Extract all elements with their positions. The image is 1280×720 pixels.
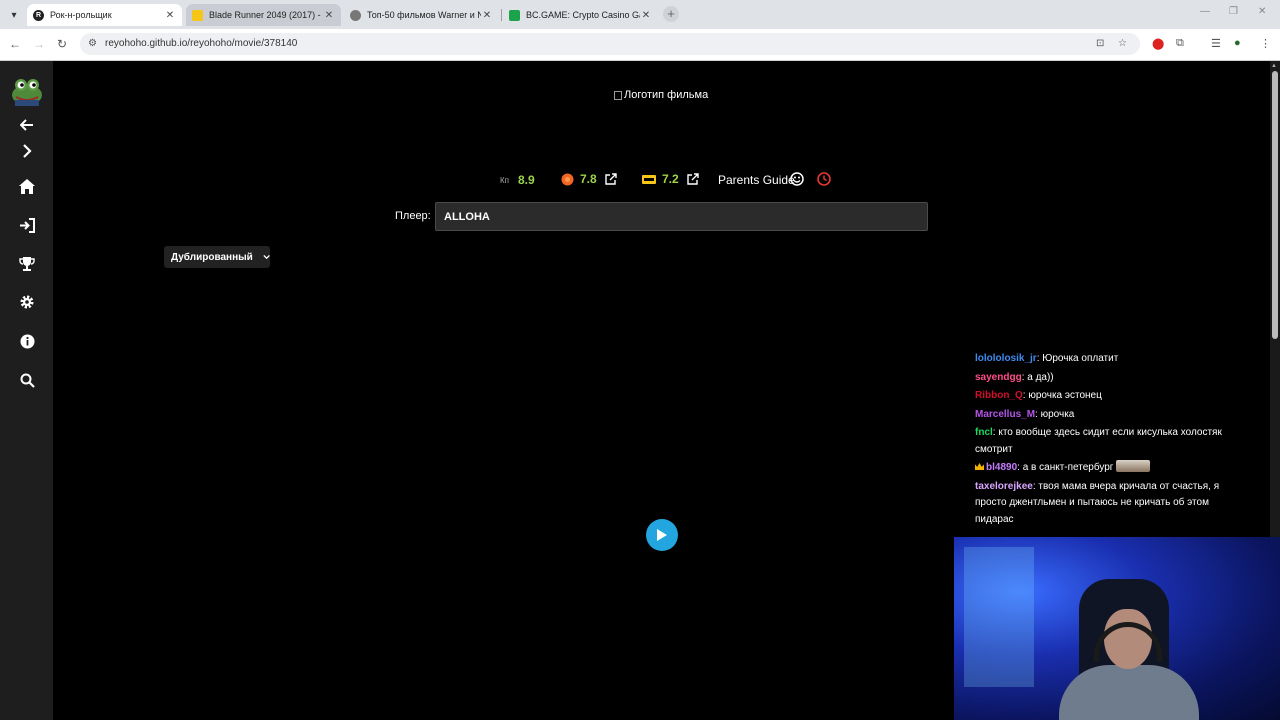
clock-icon[interactable] xyxy=(817,172,831,186)
crown-badge-icon xyxy=(975,463,984,470)
movie-logo-alt-text: Логотип фильма xyxy=(624,89,709,101)
profile-avatar[interactable]: ● xyxy=(1234,37,1241,49)
tab-divider xyxy=(501,9,502,21)
chat-text: : юрочка эстонец xyxy=(1022,390,1102,401)
rating-value: 7.2 xyxy=(662,172,679,186)
address-bar[interactable]: ⚙ reyohoho.github.io/reyohoho/movie/3781… xyxy=(80,33,1140,55)
chat-text: : юрочка xyxy=(1035,408,1075,420)
scroll-up-icon[interactable]: ▲ xyxy=(1271,63,1277,69)
player-label: Плеер: xyxy=(395,210,431,222)
play-icon xyxy=(657,529,667,541)
chat-emote-image xyxy=(1116,460,1151,472)
tab-title: BC.GAME: Crypto Casino Games xyxy=(526,10,640,20)
close-tab-icon[interactable]: ✕ xyxy=(640,10,652,21)
chat-text: : кто вообще здесь сидит если кисулька х… xyxy=(975,427,1222,455)
ratings-row: Кп 8.9 7.8 7.2 Parents Guide xyxy=(0,172,1280,190)
chat-message: fncl: кто вообще здесь сидит если кисуль… xyxy=(975,425,1245,458)
chat-username: Ribbon_Q xyxy=(975,390,1023,401)
rating-value: 8.9 xyxy=(518,173,535,187)
tomato-meter-icon xyxy=(561,173,574,185)
scrollbar-thumb[interactable] xyxy=(1272,71,1278,339)
chat-message: taxelorejkee: твоя мама вчера кричала от… xyxy=(975,479,1245,529)
smiley-icon[interactable] xyxy=(790,172,804,186)
extension-adblock-icon[interactable]: ⬤ xyxy=(1152,37,1164,50)
bookmark-star-icon[interactable]: ☆ xyxy=(1118,38,1127,49)
movie-logo-image: Логотип фильма xyxy=(614,89,708,101)
browser-toolbar: ← → ↻ ⚙ reyohoho.github.io/reyohoho/movi… xyxy=(0,29,1280,61)
rating-kinopoisk: Кп 8.9 xyxy=(500,173,535,187)
install-app-icon[interactable]: ⊡ xyxy=(1096,38,1104,49)
chat-message: lolololosik_jr: Юрочка оплатит xyxy=(975,351,1245,368)
url-text[interactable]: reyohoho.github.io/reyohoho/movie/378140 xyxy=(105,38,297,49)
close-tab-icon[interactable]: ✕ xyxy=(164,10,176,21)
chat-text: : а да)) xyxy=(1021,371,1054,383)
extensions-puzzle-icon[interactable]: ⧉ xyxy=(1176,37,1184,50)
back-arrow-icon[interactable] xyxy=(15,115,39,135)
site-favicon-icon: R xyxy=(33,9,44,21)
chat-username: bl4890 xyxy=(986,462,1018,473)
maximize-icon[interactable]: ❐ xyxy=(1229,6,1238,17)
kinopoisk-logo-icon: Кп xyxy=(500,175,509,185)
chat-text: : Юрочка оплатит xyxy=(1036,353,1119,364)
chat-message: Ribbon_Q: юрочка эстонец xyxy=(975,388,1245,405)
bcgame-favicon-icon xyxy=(509,9,520,21)
trophy-icon[interactable] xyxy=(15,254,39,274)
tab-title: Blade Runner 2049 (2017) - IMDb xyxy=(209,10,323,20)
close-tab-icon[interactable]: ✕ xyxy=(481,10,493,21)
streamer-body xyxy=(1059,665,1199,720)
chevron-right-icon[interactable] xyxy=(15,141,39,161)
rating-value: 7.8 xyxy=(580,172,597,186)
tab-rock-n-roller[interactable]: R Рок-н-рольщик ✕ xyxy=(27,4,182,26)
menu-kebab-icon[interactable]: ⋮ xyxy=(1260,37,1271,50)
tab-title: Рок-н-рольщик xyxy=(50,10,112,20)
webcam-overlay xyxy=(954,537,1280,720)
play-button[interactable] xyxy=(646,519,678,551)
chat-username: sayendgg xyxy=(975,371,1022,383)
site-info-icon[interactable]: ⚙ xyxy=(88,38,97,49)
player-select[interactable]: ALLOHA xyxy=(435,202,928,231)
info-icon[interactable] xyxy=(15,331,39,351)
globe-favicon-icon xyxy=(350,9,361,21)
external-link-icon[interactable] xyxy=(686,173,699,185)
external-link-icon[interactable] xyxy=(604,173,617,185)
tab-search-icon[interactable]: ▾ xyxy=(5,6,23,24)
minimize-icon[interactable]: — xyxy=(1200,6,1210,17)
chat-text: : а в санкт-петербург xyxy=(1017,462,1114,473)
chat-username: taxelorejkee xyxy=(975,480,1033,492)
imdb-favicon-icon xyxy=(192,9,203,21)
chevron-down-icon xyxy=(263,254,270,260)
dubbing-dropdown[interactable]: Дублированный xyxy=(164,246,270,268)
login-icon[interactable] xyxy=(15,215,39,235)
chat-username: fncl xyxy=(975,427,993,438)
new-tab-button[interactable]: + xyxy=(663,6,679,22)
imdb-logo-icon xyxy=(642,174,656,184)
webcam-background-light xyxy=(964,547,1034,687)
close-tab-icon[interactable]: ✕ xyxy=(323,10,335,21)
dubbing-label: Дублированный xyxy=(171,251,253,263)
search-icon[interactable] xyxy=(15,370,39,390)
chat-message: Marcellus_M: юрочка xyxy=(975,407,1245,424)
reload-icon[interactable]: ↻ xyxy=(57,37,67,51)
chat-username: lolololosik_jr xyxy=(975,353,1037,364)
browser-tab-bar: ▾ R Рок-н-рольщик ✕ Blade Runner 2049 (2… xyxy=(0,0,1280,29)
reading-list-icon[interactable]: ☰ xyxy=(1211,37,1221,50)
rating-tomatoes[interactable]: 7.8 xyxy=(561,172,617,186)
forward-icon[interactable]: → xyxy=(33,37,45,51)
stream-chat-overlay: lolololosik_jr: Юрочка оплатит sayendgg:… xyxy=(975,351,1245,530)
settings-gear-icon[interactable] xyxy=(15,292,39,312)
tab-bcgame[interactable]: BC.GAME: Crypto Casino Games ✕ xyxy=(503,4,658,26)
tab-top-50[interactable]: Топ-50 фильмов Warner и New Line ✕ xyxy=(344,4,499,26)
back-icon[interactable]: ← xyxy=(9,37,21,51)
tab-blade-runner[interactable]: Blade Runner 2049 (2017) - IMDb ✕ xyxy=(186,4,341,26)
site-sidebar xyxy=(0,61,53,720)
chat-message: sayendgg: а да)) xyxy=(975,370,1245,387)
broken-image-icon xyxy=(614,90,622,100)
chat-message: bl4890: а в санкт-петербург xyxy=(975,460,1245,477)
close-window-icon[interactable]: ✕ xyxy=(1258,6,1266,17)
rating-imdb[interactable]: 7.2 xyxy=(642,172,699,186)
chat-username: Marcellus_M xyxy=(975,408,1036,420)
tab-title: Топ-50 фильмов Warner и New Line xyxy=(367,10,481,20)
frog-logo-icon[interactable] xyxy=(10,76,44,106)
parents-guide-label: Parents Guide xyxy=(718,173,795,187)
